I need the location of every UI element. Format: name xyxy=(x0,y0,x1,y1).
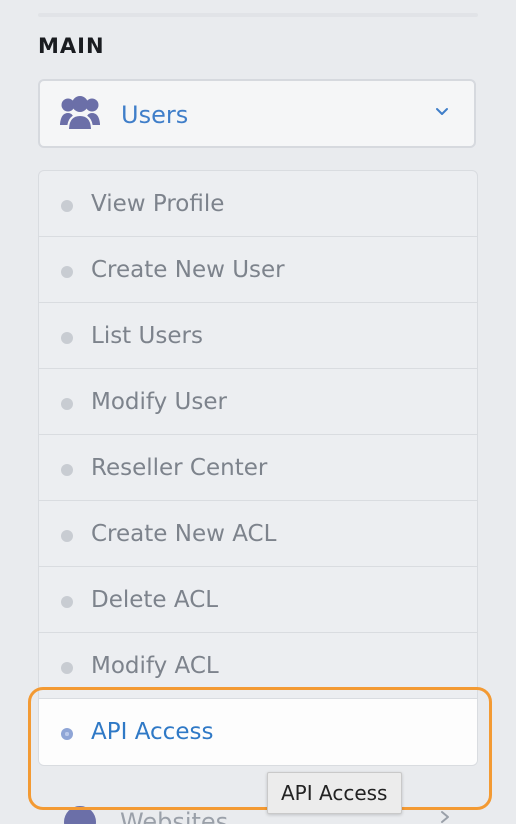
submenu-item-create-new-user[interactable]: Create New User xyxy=(39,237,477,303)
submenu-item-label: Modify ACL xyxy=(91,653,219,679)
submenu-item-api-access[interactable]: API Access xyxy=(39,699,477,765)
submenu-item-reseller-center[interactable]: Reseller Center xyxy=(39,435,477,501)
chevron-down-icon xyxy=(436,108,448,115)
submenu-item-label: Reseller Center xyxy=(91,455,268,481)
submenu-item-label: Delete ACL xyxy=(91,587,219,613)
submenu-item-modify-acl[interactable]: Modify ACL xyxy=(39,633,477,699)
bullet-dot-icon xyxy=(61,464,73,476)
submenu-item-label: Create New ACL xyxy=(91,521,277,547)
divider xyxy=(38,13,478,17)
submenu-item-modify-user[interactable]: Modify User xyxy=(39,369,477,435)
tooltip: API Access xyxy=(267,772,403,814)
submenu-item-list-users[interactable]: List Users xyxy=(39,303,477,369)
users-submenu: View Profile Create New User List Users … xyxy=(38,170,478,766)
users-menu-toggle[interactable]: Users xyxy=(38,79,476,148)
submenu-item-label: List Users xyxy=(91,323,203,349)
bullet-dot-icon xyxy=(61,200,73,212)
users-menu-label: Users xyxy=(121,101,189,129)
users-group-icon xyxy=(60,96,100,131)
chevron-right-icon xyxy=(441,811,449,823)
submenu-item-view-profile[interactable]: View Profile xyxy=(39,171,477,237)
submenu-item-label: View Profile xyxy=(91,191,225,217)
bullet-dot-icon xyxy=(61,728,73,740)
websites-menu-label: Websites xyxy=(120,808,229,824)
bullet-dot-icon xyxy=(61,662,73,674)
bullet-dot-icon xyxy=(61,530,73,542)
bullet-dot-icon xyxy=(61,596,73,608)
submenu-item-delete-acl[interactable]: Delete ACL xyxy=(39,567,477,633)
bullet-dot-icon xyxy=(61,266,73,278)
globe-icon xyxy=(64,806,96,824)
section-heading: MAIN xyxy=(38,34,105,58)
submenu-item-label: Create New User xyxy=(91,257,285,283)
sidebar: MAIN Users View Profile Create New User … xyxy=(0,0,516,824)
submenu-item-label: API Access xyxy=(91,719,214,745)
bullet-dot-icon xyxy=(61,332,73,344)
bullet-dot-icon xyxy=(61,398,73,410)
submenu-item-label: Modify User xyxy=(91,389,227,415)
submenu-item-create-new-acl[interactable]: Create New ACL xyxy=(39,501,477,567)
websites-menu-toggle[interactable]: Websites xyxy=(38,804,478,824)
